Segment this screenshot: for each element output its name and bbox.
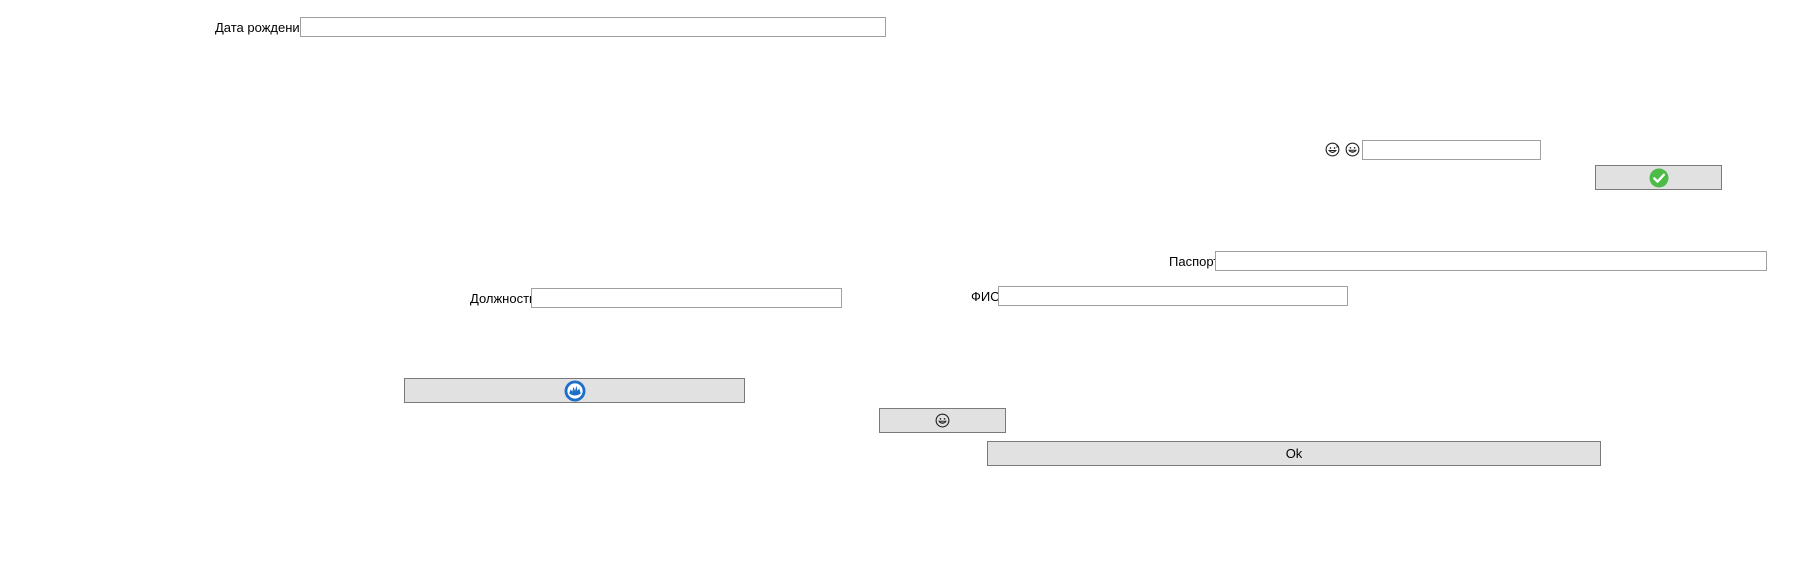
ok-button-label: Ok (1285, 446, 1303, 461)
position-field[interactable] (531, 288, 842, 308)
blue-icon-button[interactable] (404, 378, 745, 403)
confirm-button[interactable] (1595, 165, 1722, 190)
emoji-field[interactable] (1362, 140, 1541, 160)
full-name-label: ФИО (971, 289, 1001, 304)
emoji-button[interactable] (879, 408, 1006, 433)
birth-date-field[interactable] (300, 17, 886, 37)
full-name-field[interactable] (998, 286, 1348, 306)
green-check-circle-icon (1649, 168, 1669, 188)
ok-button[interactable]: Ok (987, 441, 1601, 466)
blue-circle-hand-icon (564, 380, 586, 402)
passport-field[interactable] (1215, 251, 1767, 271)
passport-label: Паспорт (1169, 254, 1220, 269)
grinning-face-icon (1345, 142, 1360, 160)
grinning-sweat-face-icon (1325, 142, 1340, 160)
grinning-face-icon (935, 413, 950, 428)
position-label: Должность (470, 291, 536, 306)
birth-date-label: Дата рождения (215, 20, 307, 35)
